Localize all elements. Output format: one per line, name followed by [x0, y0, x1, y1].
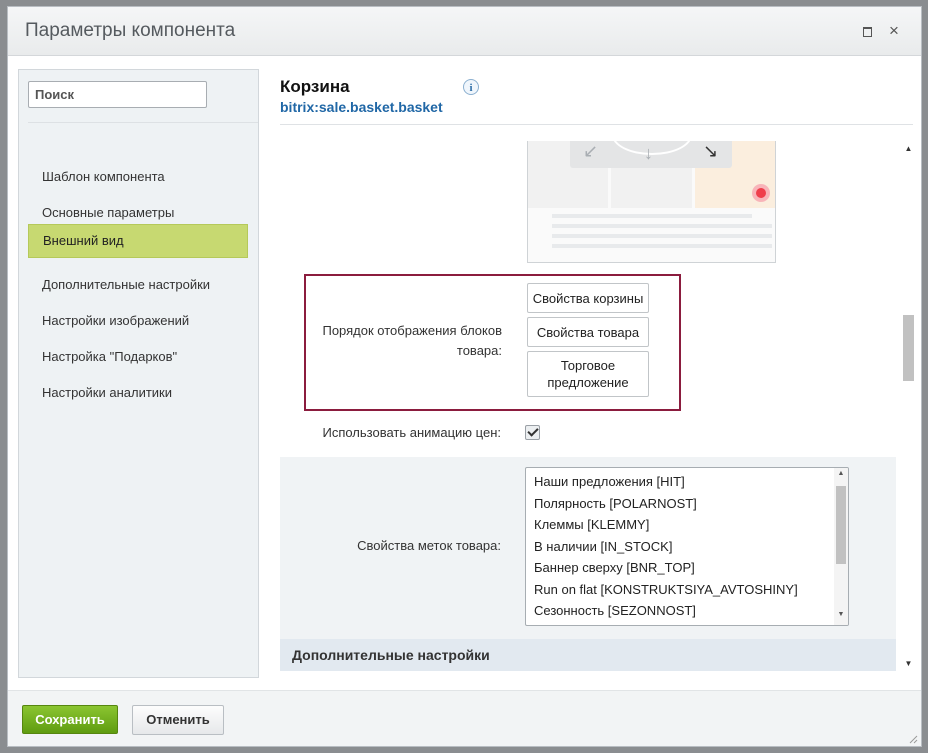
- list-item[interactable]: В наличии [IN_STOCK]: [526, 536, 848, 558]
- arrow-down-icon: ↓: [644, 143, 653, 163]
- scroll-up-icon[interactable]: ▲: [901, 144, 916, 153]
- sidebar-item-additional[interactable]: Дополнительные настройки: [28, 269, 248, 301]
- resize-handle-icon[interactable]: [909, 735, 918, 744]
- arrow-down-left-icon: ↙: [583, 141, 599, 161]
- list-item[interactable]: Run on flat [KONSTRUKTSIYA_AVTOSHINY]: [526, 579, 848, 601]
- params-scroll-thumb[interactable]: [903, 315, 914, 381]
- layout-preview-image: ↙ ↓ ↘: [527, 141, 776, 263]
- labels-label: Свойства меток товара:: [357, 538, 501, 553]
- preview-line: [552, 244, 772, 248]
- listbox-scroll-thumb[interactable]: [836, 486, 846, 564]
- dialog-footer: Сохранить Отменить: [8, 690, 921, 746]
- search-input[interactable]: [28, 81, 207, 108]
- scroll-down-icon[interactable]: ▼: [834, 611, 848, 618]
- listbox-scrollbar[interactable]: ▲ ▼: [834, 468, 848, 625]
- order-item-basket-props[interactable]: Свойства корзины: [527, 283, 649, 313]
- dialog-body: Шаблон компонента Основные параметры Вне…: [8, 56, 921, 690]
- component-code: bitrix:sale.basket.basket: [280, 99, 443, 115]
- save-button[interactable]: Сохранить: [22, 705, 118, 734]
- list-item[interactable]: Наши предложения [HIT]: [526, 471, 848, 493]
- info-icon[interactable]: i: [463, 79, 479, 95]
- close-icon[interactable]: ×: [887, 22, 901, 39]
- component-title: Корзина: [280, 77, 350, 96]
- list-item[interactable]: Баннер сверху [BNR_TOP]: [526, 557, 848, 579]
- preview-line: [552, 224, 772, 228]
- cancel-button[interactable]: Отменить: [132, 705, 224, 735]
- block-order-label: Порядок отображения блоков товара:: [322, 323, 502, 358]
- list-item[interactable]: Сезонность [SEZONNOST]: [526, 600, 848, 622]
- arrow-down-right-icon: ↘: [703, 141, 719, 161]
- list-item[interactable]: Полярность [POLARNOST]: [526, 493, 848, 515]
- labels-multiselect[interactable]: Наши предложения [HIT] Полярность [POLAR…: [525, 467, 849, 626]
- sidebar-item-analytics[interactable]: Настройки аналитики: [28, 377, 248, 409]
- params-scrollbar[interactable]: ▲ ▼: [901, 141, 916, 674]
- block-order-highlight: Порядок отображения блоков товара: Свойс…: [304, 274, 681, 411]
- dialog-titlebar[interactable]: Параметры компонента ×: [8, 7, 921, 56]
- scroll-up-icon[interactable]: ▲: [834, 470, 848, 477]
- dialog-title: Параметры компонента: [25, 20, 236, 41]
- red-dot-icon: [752, 184, 770, 202]
- sidebar-item-images[interactable]: Настройки изображений: [28, 305, 248, 337]
- preview-line: [552, 214, 752, 218]
- header-divider: [280, 124, 913, 125]
- main-panel: Корзина bitrix:sale.basket.basket i ↙ ↓ …: [278, 56, 915, 690]
- params-scroll-area: ↙ ↓ ↘ Порядок отображения блоков товара:…: [280, 141, 896, 674]
- sidebar-item-template[interactable]: Шаблон компонента: [28, 161, 248, 193]
- sidebar-divider: [28, 122, 258, 123]
- additional-settings-section[interactable]: Дополнительные настройки: [280, 639, 896, 671]
- sidebar-item-appearance[interactable]: Внешний вид: [28, 224, 248, 258]
- component-parameters-dialog: Параметры компонента × Шаблон компонента…: [7, 6, 922, 747]
- preview-line: [552, 234, 772, 238]
- order-item-product-props[interactable]: Свойства товара: [527, 317, 649, 347]
- sidebar: Шаблон компонента Основные параметры Вне…: [18, 69, 259, 678]
- scroll-down-icon[interactable]: ▼: [901, 659, 916, 668]
- sidebar-item-gifts[interactable]: Настройка "Подарков": [28, 341, 248, 373]
- list-item[interactable]: Клеммы [KLEMMY]: [526, 514, 848, 536]
- animation-label: Использовать анимацию цен:: [322, 425, 501, 440]
- order-item-sku[interactable]: Торговое предложение: [527, 351, 649, 397]
- animation-checkbox[interactable]: [525, 425, 540, 440]
- maximize-icon[interactable]: [861, 24, 875, 38]
